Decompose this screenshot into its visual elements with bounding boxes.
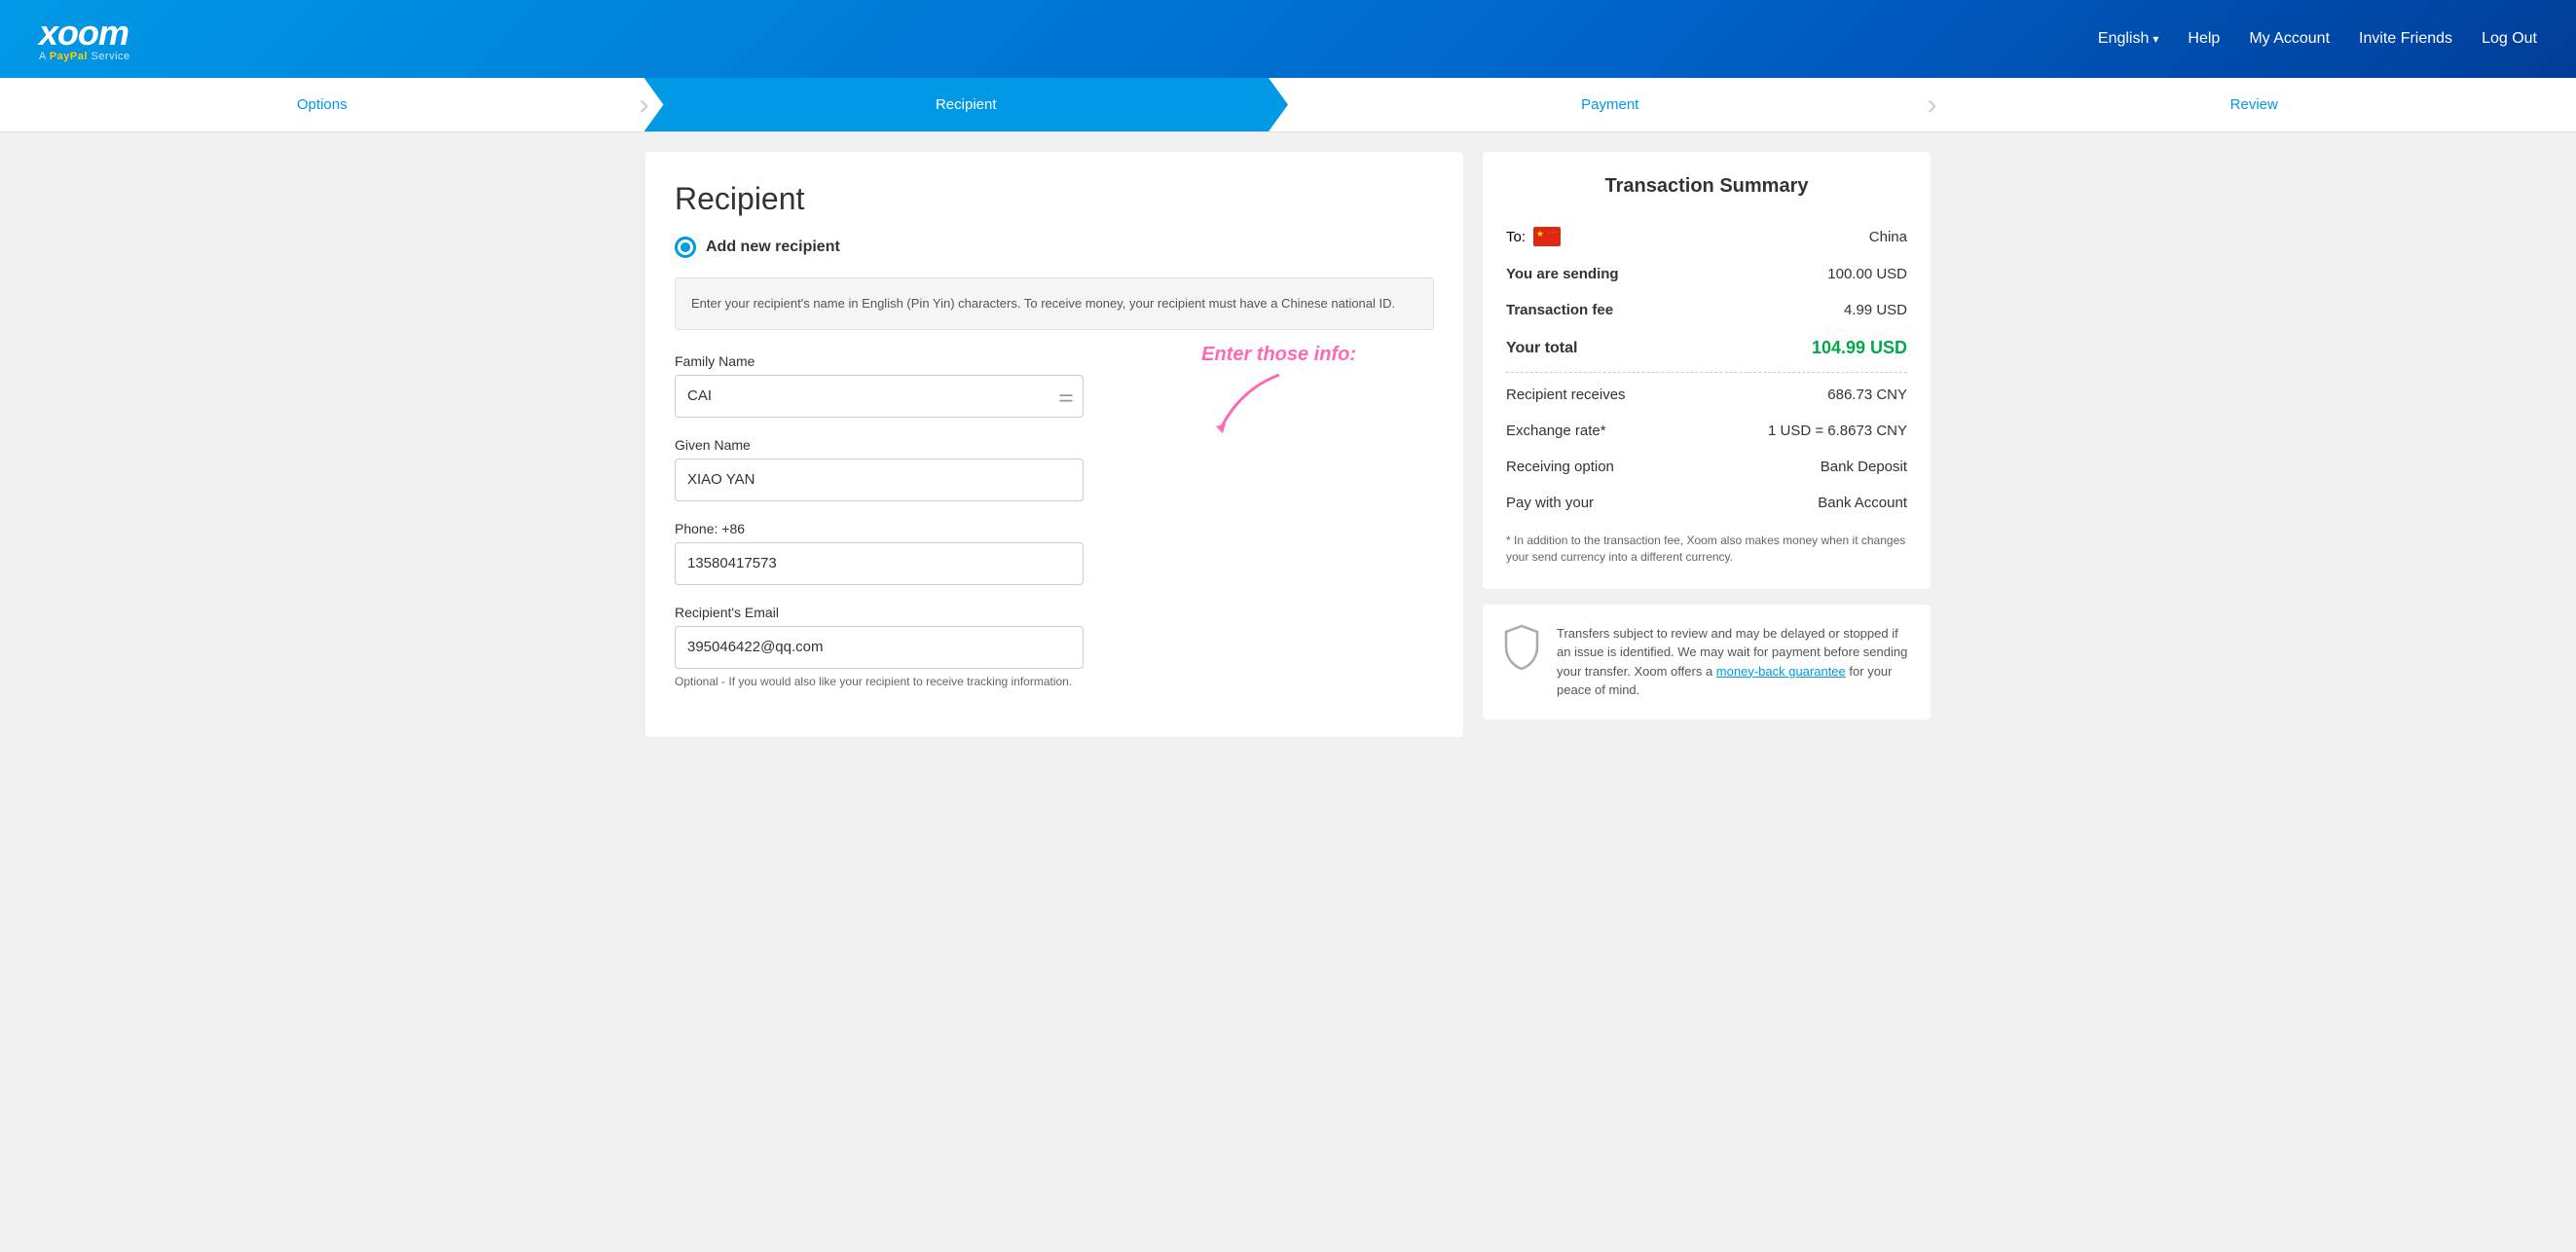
logo-area: xoom A PayPal Service — [39, 16, 130, 62]
family-name-input[interactable] — [675, 375, 1084, 418]
header: xoom A PayPal Service English Help My Ac… — [0, 0, 2576, 78]
phone-label: Phone: +86 — [675, 521, 1434, 536]
add-recipient-radio[interactable] — [675, 237, 696, 258]
your-total-value: 104.99 USD — [1812, 338, 1907, 358]
contact-book-icon: ⚌ — [1058, 386, 1074, 406]
exchange-rate-label: Exchange rate* — [1506, 423, 1606, 439]
your-total-label: Your total — [1506, 340, 1577, 357]
shield-icon — [1502, 624, 1541, 685]
page-title: Recipient — [675, 181, 1434, 217]
your-total-row: Your total 104.99 USD — [1506, 328, 1907, 368]
add-recipient-label: Add new recipient — [706, 239, 840, 256]
log-out-link[interactable]: Log Out — [2482, 30, 2537, 48]
recipient-receives-row: Recipient receives 686.73 CNY — [1506, 377, 1907, 413]
arrow-annotation — [1201, 370, 1299, 438]
annotation-container: Enter those info: — [1201, 344, 1356, 438]
step-recipient[interactable]: Recipient — [644, 78, 1289, 131]
transaction-fee-value: 4.99 USD — [1844, 302, 1907, 318]
email-group: Recipient's Email Optional - If you woul… — [675, 605, 1434, 688]
step-review[interactable]: Review — [1932, 78, 2576, 131]
paypal-tagline: A PayPal Service — [39, 51, 130, 62]
exchange-rate-value: 1 USD = 6.8673 CNY — [1768, 423, 1907, 439]
security-text: Transfers subject to review and may be d… — [1557, 624, 1911, 700]
step-options[interactable]: Options — [0, 78, 644, 131]
transaction-fee-label: Transaction fee — [1506, 302, 1613, 318]
email-optional-text: Optional - If you would also like your r… — [675, 675, 1434, 688]
summary-title: Transaction Summary — [1506, 175, 1907, 198]
phone-group: Phone: +86 — [675, 521, 1434, 585]
exchange-rate-row: Exchange rate* 1 USD = 6.8673 CNY — [1506, 413, 1907, 449]
pay-with-row: Pay with your Bank Account — [1506, 485, 1907, 521]
pay-with-label: Pay with your — [1506, 495, 1594, 511]
phone-input[interactable] — [675, 542, 1084, 585]
transaction-fee-row: Transaction fee 4.99 USD — [1506, 292, 1907, 328]
my-account-link[interactable]: My Account — [2249, 30, 2330, 48]
to-label-with-flag: To: — [1506, 227, 1561, 246]
info-box: Enter your recipient's name in English (… — [675, 277, 1434, 330]
to-country-value: China — [1869, 229, 1907, 245]
left-panel: Recipient Add new recipient Enter your r… — [645, 152, 1463, 737]
right-panel: Transaction Summary To: China You are se… — [1483, 152, 1931, 737]
given-name-input[interactable] — [675, 459, 1084, 501]
recipient-receives-label: Recipient receives — [1506, 387, 1626, 403]
add-recipient-row: Add new recipient — [675, 237, 1434, 258]
recipient-receives-value: 686.73 CNY — [1827, 387, 1907, 403]
step-payment[interactable]: Payment — [1288, 78, 1932, 131]
you-are-sending-label: You are sending — [1506, 266, 1619, 282]
enter-those-info-text: Enter those info: — [1201, 344, 1356, 366]
progress-bar: Options Recipient Payment Review — [0, 78, 2576, 132]
to-label: To: — [1506, 229, 1526, 245]
nav-links: English Help My Account Invite Friends L… — [2098, 30, 2537, 48]
email-label: Recipient's Email — [675, 605, 1434, 620]
summary-footnote: * In addition to the transaction fee, Xo… — [1506, 533, 1907, 566]
pay-with-value: Bank Account — [1818, 495, 1907, 511]
xoom-logo: xoom — [39, 16, 129, 51]
receiving-option-row: Receiving option Bank Deposit — [1506, 449, 1907, 485]
security-box: Transfers subject to review and may be d… — [1483, 605, 1931, 719]
you-are-sending-row: You are sending 100.00 USD — [1506, 256, 1907, 292]
english-dropdown[interactable]: English — [2098, 30, 2159, 48]
to-row: To: China — [1506, 217, 1907, 256]
china-flag-icon — [1533, 227, 1561, 246]
transaction-summary: Transaction Summary To: China You are se… — [1483, 152, 1931, 589]
money-back-link[interactable]: money-back guarantee — [1716, 664, 1846, 679]
summary-divider — [1506, 372, 1907, 373]
email-input[interactable] — [675, 626, 1084, 669]
main-content: Recipient Add new recipient Enter your r… — [607, 132, 1969, 756]
receiving-option-value: Bank Deposit — [1821, 459, 1907, 475]
receiving-option-label: Receiving option — [1506, 459, 1614, 475]
radio-inner — [681, 242, 690, 252]
given-name-label: Given Name — [675, 437, 1434, 453]
you-are-sending-value: 100.00 USD — [1827, 266, 1907, 282]
family-name-wrapper: ⚌ — [675, 375, 1084, 418]
help-link[interactable]: Help — [2188, 30, 2220, 48]
invite-friends-link[interactable]: Invite Friends — [2359, 30, 2452, 48]
given-name-group: Given Name — [675, 437, 1434, 501]
